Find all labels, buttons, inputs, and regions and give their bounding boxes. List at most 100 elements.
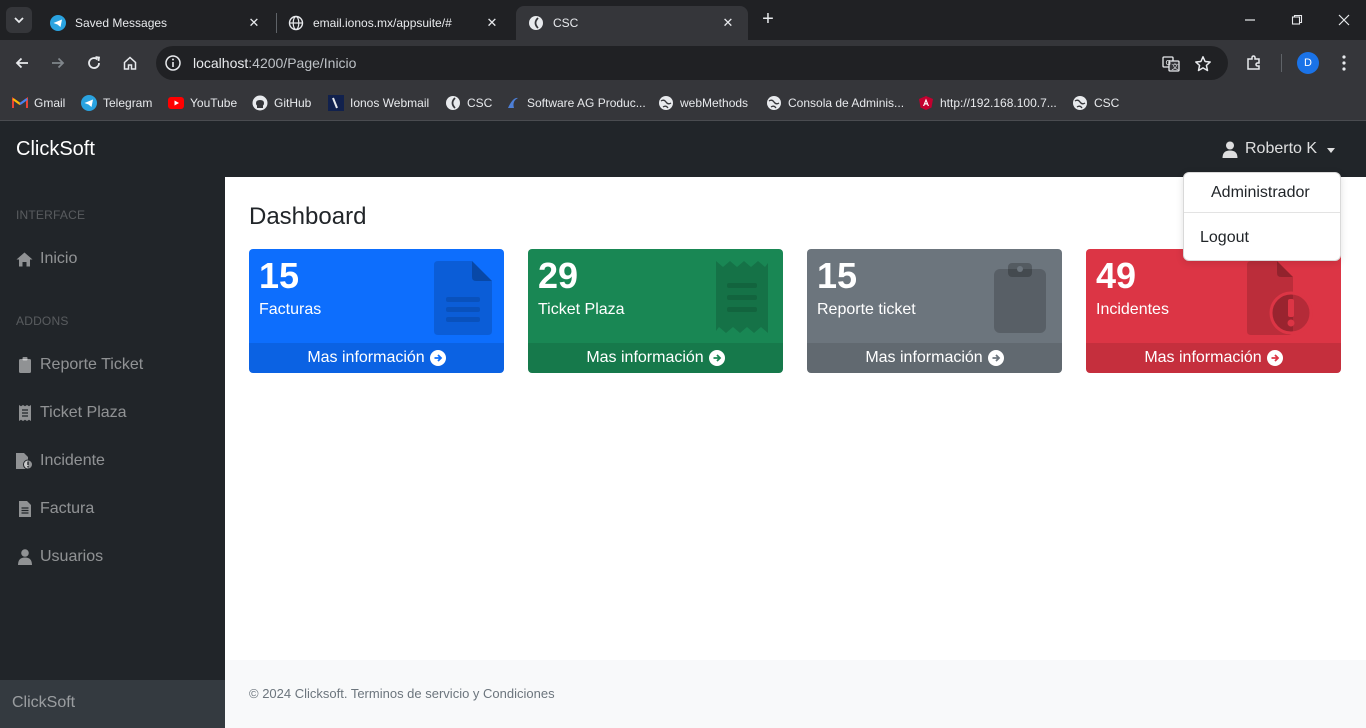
receipt-icon (716, 261, 768, 333)
back-icon[interactable] (10, 51, 34, 75)
bookmark-youtube[interactable]: YouTube (168, 93, 237, 113)
globe-icon (1072, 95, 1088, 111)
more-info-label: Mas información (307, 349, 425, 366)
bookmark-ip-address[interactable]: http://192.168.100.7... (918, 93, 1057, 113)
sidebar-item-inicio[interactable]: Inicio (16, 250, 77, 268)
ionos-icon (328, 95, 344, 111)
svg-text:G: G (1166, 59, 1171, 67)
card-facturas: 15 Facturas Mas información (249, 249, 504, 373)
toolbar-divider (1281, 54, 1282, 72)
tab-saved-messages[interactable]: Saved Messages ✕ (38, 6, 274, 40)
clipboard-icon (994, 263, 1046, 333)
bookmark-csc[interactable]: CSC (445, 93, 492, 113)
dropdown-item-administrador[interactable]: Administrador (1211, 184, 1366, 202)
github-icon (252, 95, 268, 111)
file-alert-icon (16, 453, 33, 470)
new-tab-button[interactable]: + (758, 9, 778, 30)
bookmark-csc-2[interactable]: CSC (1072, 93, 1119, 113)
receipt-icon (16, 405, 33, 422)
translate-icon[interactable]: G文 (1162, 55, 1180, 73)
tab-email-ionos[interactable]: email.ionos.mx/appsuite/# ✕ (276, 6, 512, 40)
sidebar-item-incidente[interactable]: Incidente (16, 452, 105, 470)
sidebar-heading-addons: ADDONS (16, 314, 69, 328)
app-navbar: ClickSoft Roberto K (0, 121, 1366, 177)
dropdown-divider (1184, 212, 1340, 213)
bookmark-gmail[interactable]: Gmail (12, 93, 65, 113)
card-count: 15 (259, 255, 300, 296)
brand-logo[interactable]: ClickSoft (16, 138, 95, 161)
sidebar-item-label: Ticket Plaza (40, 404, 127, 421)
extensions-icon[interactable] (1243, 52, 1265, 74)
profile-avatar[interactable]: D (1297, 52, 1319, 74)
sidebar-item-ticket-plaza[interactable]: Ticket Plaza (16, 404, 127, 422)
sidebar: INTERFACE Inicio ADDONS Reporte Ticket T… (0, 177, 225, 728)
svg-text:文: 文 (1172, 62, 1179, 71)
tab-title: Saved Messages (75, 16, 168, 30)
bookmark-label: GitHub (274, 96, 312, 110)
close-tab-icon[interactable]: ✕ (484, 15, 500, 31)
sidebar-item-label: Usuarios (40, 548, 104, 565)
bookmark-consola[interactable]: Consola de Adminis... (766, 93, 904, 113)
page-title: Dashboard (249, 203, 367, 230)
sidebar-item-factura[interactable]: Factura (16, 500, 94, 518)
home-icon[interactable] (118, 51, 142, 75)
site-info-icon[interactable] (164, 54, 182, 72)
globe-icon (766, 95, 782, 111)
gmail-icon (12, 95, 28, 111)
bookmark-star-icon[interactable] (1194, 55, 1212, 73)
csc-icon (445, 95, 461, 111)
card-label: Ticket Plaza (538, 301, 625, 318)
bookmark-software-ag[interactable]: Software AG Produc... (505, 93, 646, 113)
dropdown-item-logout[interactable]: Logout (1200, 229, 1356, 247)
globe-icon (288, 15, 304, 31)
sidebar-item-reporte-ticket[interactable]: Reporte Ticket (16, 356, 143, 374)
bookmark-github[interactable]: GitHub (252, 93, 311, 113)
document-icon (16, 501, 33, 518)
more-info-link[interactable]: Mas información (528, 343, 783, 373)
more-info-label: Mas información (865, 349, 983, 366)
bookmark-label: http://192.168.100.7... (940, 96, 1057, 110)
csc-icon (528, 15, 544, 31)
user-menu-toggle[interactable]: Roberto K (1222, 140, 1336, 158)
card-label: Reporte ticket (817, 301, 916, 318)
more-info-link[interactable]: Mas información (249, 343, 504, 373)
sidebar-footer: ClickSoft (0, 680, 225, 728)
browser-tabstrip: Saved Messages ✕ email.ionos.mx/appsuite… (0, 0, 1366, 40)
tab-search-button[interactable] (6, 7, 32, 33)
address-bar[interactable]: localhost:4200/Page/Inicio G文 (156, 46, 1228, 80)
footer-copyright: © 2024 Clicksoft. Terminos de servicio y… (249, 686, 555, 701)
bookmark-telegram[interactable]: Telegram (81, 93, 152, 113)
user-name: Roberto K (1245, 140, 1318, 157)
bookmark-webmethods[interactable]: webMethods (658, 93, 748, 113)
tab-csc[interactable]: CSC ✕ (516, 6, 748, 40)
sidebar-item-usuarios[interactable]: Usuarios (16, 548, 103, 566)
card-incidentes: 49 Incidentes Mas información (1086, 249, 1341, 373)
minimize-icon[interactable] (1238, 8, 1262, 32)
bookmark-label: Consola de Adminis... (788, 96, 905, 110)
more-info-link[interactable]: Mas información (807, 343, 1062, 373)
more-menu-icon[interactable] (1333, 52, 1355, 74)
bookmark-ionos-webmail[interactable]: Ionos Webmail (328, 93, 429, 113)
user-icon (1222, 141, 1238, 158)
card-ticket-plaza: 29 Ticket Plaza Mas información (528, 249, 783, 373)
telegram-icon (50, 15, 66, 31)
forward-icon[interactable] (46, 51, 70, 75)
close-window-icon[interactable] (1332, 8, 1356, 32)
document-icon (434, 261, 492, 335)
tab-title: CSC (553, 16, 579, 30)
clipboard-icon (16, 357, 33, 374)
bookmark-label: Software AG Produc... (527, 96, 646, 110)
reload-icon[interactable] (82, 51, 106, 75)
card-count: 49 (1096, 255, 1137, 296)
close-tab-icon[interactable]: ✕ (720, 15, 736, 31)
globe-icon (658, 95, 674, 111)
sidebar-item-label: Reporte Ticket (40, 356, 144, 373)
user-dropdown-menu: Administrador Logout (1183, 172, 1341, 261)
card-reporte-ticket: 15 Reporte ticket Mas información (807, 249, 1062, 373)
bookmark-label: YouTube (190, 96, 238, 110)
more-info-link[interactable]: Mas información (1086, 343, 1341, 373)
bookmark-label: CSC (1094, 96, 1120, 110)
close-tab-icon[interactable]: ✕ (246, 15, 262, 31)
arrow-right-circle-icon (1266, 350, 1283, 366)
restore-icon[interactable] (1285, 8, 1309, 32)
